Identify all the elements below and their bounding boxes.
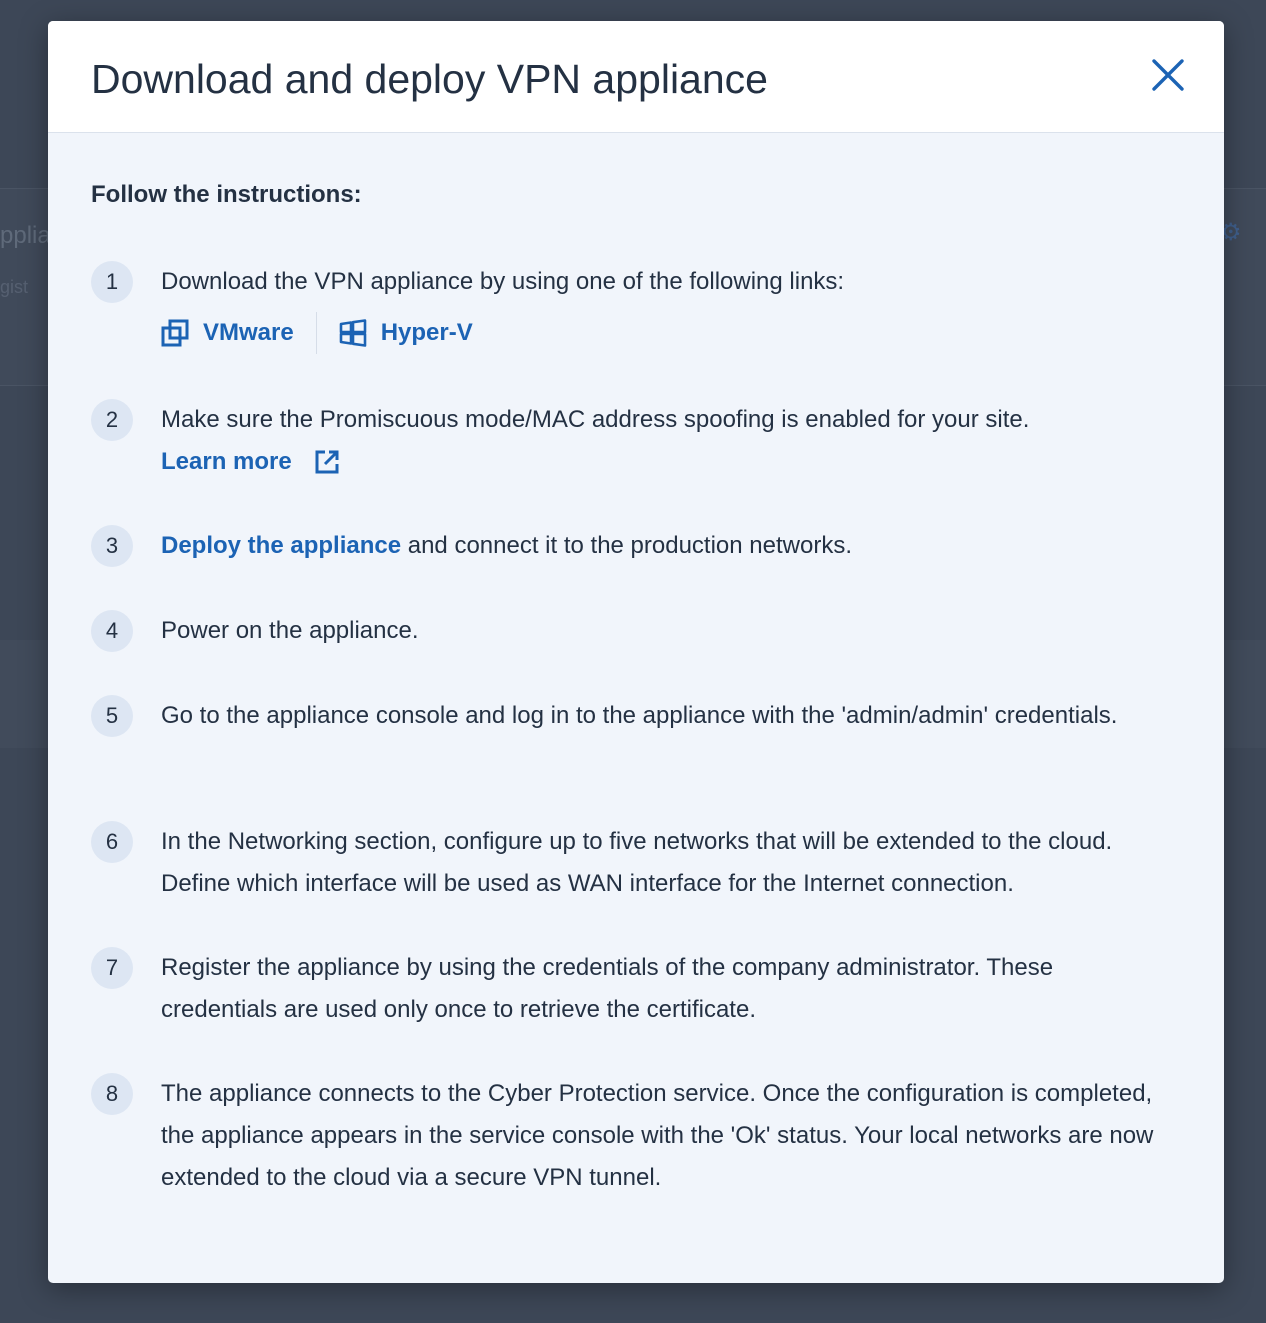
download-links: VMware Hyper-V xyxy=(161,311,473,355)
dialog-title: Download and deploy VPN appliance xyxy=(91,56,768,102)
step-text: Make sure the Promiscuous mode/MAC addre… xyxy=(161,406,1030,433)
learn-more-link[interactable]: Learn more xyxy=(161,441,340,483)
links-divider xyxy=(315,312,317,354)
step-text: Deploy the appliance and connect it to t… xyxy=(161,525,1171,567)
learn-more-label: Learn more xyxy=(161,448,292,475)
step-number: 1 xyxy=(91,261,133,303)
step-text: Go to the appliance console and log in t… xyxy=(161,702,1118,729)
step-text: Download the VPN appliance by using one … xyxy=(161,268,845,295)
hyperv-download-link[interactable]: Hyper-V xyxy=(339,319,473,347)
instructions-heading: Follow the instructions: xyxy=(91,181,362,208)
step-number: 7 xyxy=(91,947,133,989)
download-deploy-dialog: Download and deploy VPN appliance Follow… xyxy=(48,21,1224,1283)
external-link-icon xyxy=(315,450,339,474)
vmware-label: VMware xyxy=(203,319,294,346)
vmware-download-link[interactable]: VMware xyxy=(161,319,294,347)
step-number: 6 xyxy=(91,821,133,863)
step-text: In the Networking section, configure up … xyxy=(161,828,1113,897)
dialog-header: Download and deploy VPN appliance xyxy=(48,21,1224,133)
step-text-suffix: and connect it to the production network… xyxy=(401,532,852,559)
step-text: The appliance connects to the Cyber Prot… xyxy=(161,1080,1154,1191)
step-number: 3 xyxy=(91,525,133,567)
step-number: 5 xyxy=(91,695,133,737)
step-text: Register the appliance by using the cred… xyxy=(161,954,1054,1023)
background-title: pplia xyxy=(0,222,51,249)
step-text: Power on the appliance. xyxy=(161,617,419,644)
step-number: 2 xyxy=(91,399,133,441)
step-number: 8 xyxy=(91,1073,133,1115)
step-number: 4 xyxy=(91,610,133,652)
deploy-appliance-link[interactable]: Deploy the appliance xyxy=(161,532,401,559)
vmware-icon xyxy=(161,319,189,347)
background-subtitle: gist xyxy=(0,277,29,297)
close-button[interactable] xyxy=(1150,57,1186,93)
windows-icon xyxy=(339,319,367,347)
hyperv-label: Hyper-V xyxy=(380,319,473,346)
close-icon xyxy=(1152,59,1184,91)
